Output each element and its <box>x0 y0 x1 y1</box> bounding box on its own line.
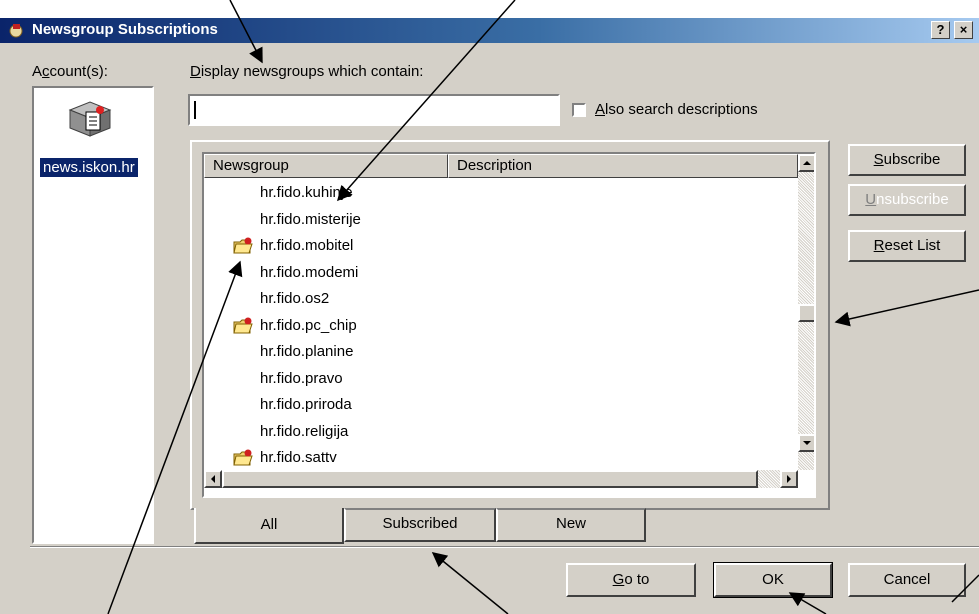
tab-all[interactable]: All <box>194 508 344 544</box>
accounts-list[interactable]: news.iskon.hr <box>32 86 154 544</box>
goto-button[interactable]: Go to <box>566 563 696 597</box>
subscribed-icon <box>233 317 253 333</box>
horizontal-scroll-thumb[interactable] <box>222 470 758 488</box>
unsubscribe-button[interactable]: Unsubscribe <box>848 184 966 216</box>
list-item[interactable]: hr.fido.os2 <box>260 286 329 312</box>
account-name: news.iskon.hr <box>40 158 138 177</box>
divider <box>30 546 979 548</box>
text-cursor <box>194 101 196 119</box>
arrow-right-icon <box>787 475 791 483</box>
search-input[interactable] <box>188 94 560 126</box>
scroll-down-button[interactable] <box>798 434 814 452</box>
arrow-down-icon <box>803 441 811 445</box>
scroll-up-button[interactable] <box>798 154 814 172</box>
account-item[interactable]: news.iskon.hr <box>34 88 152 208</box>
news-server-icon <box>68 101 112 137</box>
vertical-scroll-thumb[interactable] <box>798 304 814 322</box>
window-title: Newsgroup Subscriptions <box>32 21 218 38</box>
ok-button[interactable]: OK <box>713 562 833 598</box>
dialog-window: Newsgroup Subscriptions ? × Account(s): … <box>0 18 979 614</box>
newsgroup-list[interactable]: Newsgroup Description hr.fido.kuhinje hr.… <box>202 152 816 498</box>
arrow-left-icon <box>211 475 215 483</box>
column-header-description[interactable]: Description <box>448 154 798 178</box>
help-button[interactable]: ? <box>931 21 950 39</box>
subscribed-icon <box>233 237 253 254</box>
title-bar: Newsgroup Subscriptions ? × <box>0 18 979 43</box>
list-item[interactable]: hr.fido.sattv <box>260 445 337 471</box>
list-item[interactable]: hr.fido.pc_chip <box>260 313 357 339</box>
also-search-label[interactable]: Also search descriptions <box>595 101 758 118</box>
list-item[interactable]: hr.fido.modemi <box>260 260 358 286</box>
app-icon <box>9 24 23 38</box>
close-button[interactable]: × <box>954 21 973 39</box>
tab-new[interactable]: New <box>496 508 646 542</box>
list-item[interactable]: hr.fido.priroda <box>260 392 352 418</box>
scroll-right-button[interactable] <box>780 470 798 488</box>
horizontal-scrollbar[interactable] <box>204 470 798 488</box>
list-item[interactable]: hr.fido.kuhinje <box>260 180 353 206</box>
reset-list-button[interactable]: Reset List <box>848 230 966 262</box>
arrow-up-icon <box>803 161 811 165</box>
list-item[interactable]: hr.fido.mobitel <box>260 233 353 259</box>
column-header-newsgroup[interactable]: Newsgroup <box>204 154 448 178</box>
subscribe-button[interactable]: Subscribe <box>848 144 966 176</box>
list-item[interactable]: hr.fido.misterije <box>260 207 361 233</box>
scroll-left-button[interactable] <box>204 470 222 488</box>
newsgroup-panel: Newsgroup Description hr.fido.kuhinje hr.… <box>190 140 830 510</box>
accounts-label: Account(s): <box>32 63 108 80</box>
list-item[interactable]: hr.fido.pravo <box>260 366 343 392</box>
list-item[interactable]: hr.fido.religija <box>260 419 348 445</box>
vertical-scrollbar[interactable] <box>798 154 814 470</box>
subscribed-icon <box>233 449 253 466</box>
search-label: Display newsgroups which contain: <box>190 63 424 80</box>
cancel-button[interactable]: Cancel <box>848 563 966 597</box>
also-search-checkbox[interactable] <box>572 103 586 117</box>
tab-subscribed[interactable]: Subscribed <box>344 508 496 542</box>
list-item[interactable]: hr.fido.planine <box>260 339 353 365</box>
